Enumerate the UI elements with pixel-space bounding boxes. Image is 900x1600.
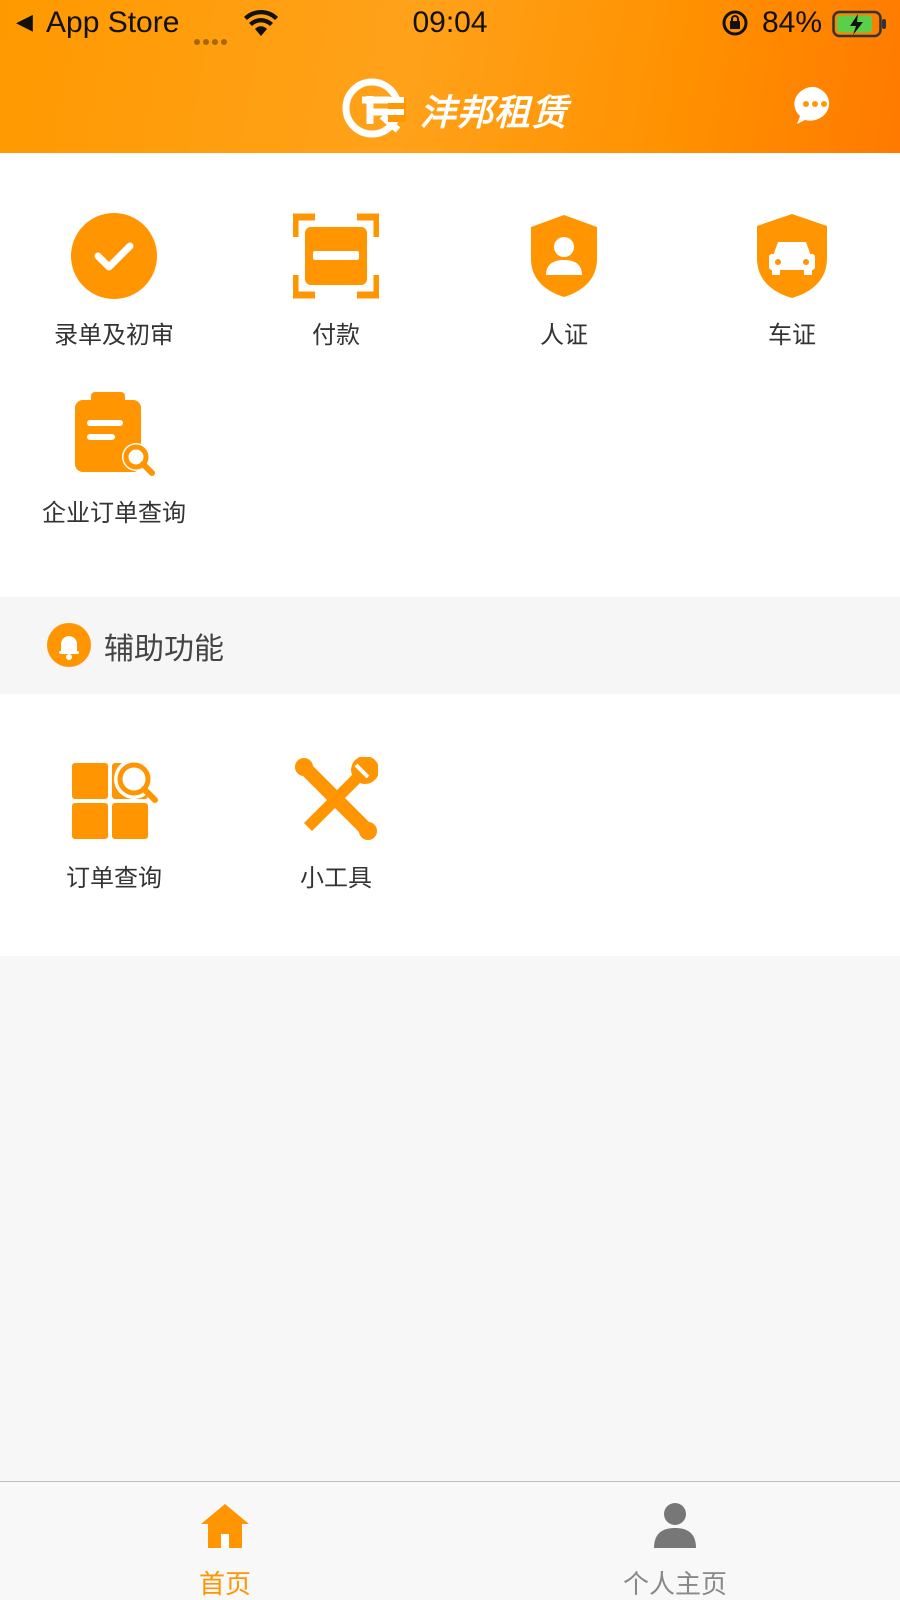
function-entry-review[interactable]: 录单及初审 (0, 211, 228, 350)
person-shield-icon (531, 215, 597, 297)
app-logo: 沣邦租赁 (340, 76, 590, 140)
grid-search-icon (72, 759, 158, 839)
tools-icon (295, 757, 378, 840)
main-functions-panel: 录单及初审 付款 人证 车证 企业订单查询 (0, 153, 900, 597)
tab-home[interactable]: 首页 (0, 1482, 450, 1600)
aux-section-header: 辅助功能 (0, 597, 900, 694)
function-person-id[interactable]: 人证 (450, 211, 678, 350)
function-label: 付款 (312, 321, 360, 349)
check-circle-icon (71, 213, 157, 299)
function-label: 录单及初审 (54, 321, 174, 349)
function-label: 人证 (540, 321, 588, 349)
function-tools[interactable]: 小工具 (222, 754, 450, 893)
bell-icon (47, 623, 91, 667)
aux-section-title: 辅助功能 (104, 632, 224, 667)
function-enterprise-order-query[interactable]: 企业订单查询 (0, 389, 228, 528)
header-bar: ◀ App Store 09:04 84% 沣邦租赁 (0, 0, 900, 153)
tab-label: 个人主页 (622, 1570, 727, 1600)
rotation-lock-icon (722, 10, 748, 36)
battery-percent: 84% (762, 6, 823, 39)
tab-label: 首页 (198, 1570, 251, 1600)
function-payment[interactable]: 付款 (222, 211, 450, 350)
tab-profile[interactable]: 个人主页 (450, 1482, 900, 1600)
car-shield-icon (757, 214, 827, 298)
app-screen: ◀ App Store 09:04 84% 沣邦租赁 录单及初审 付款 人证 车… (0, 0, 900, 1600)
app-name: 沣邦租赁 (420, 93, 569, 134)
status-bar: ◀ App Store 09:04 84% (0, 0, 900, 48)
function-vehicle-id[interactable]: 车证 (678, 211, 900, 350)
bottom-tab-bar: 首页 个人主页 (0, 1481, 900, 1600)
scan-frame-icon (293, 213, 379, 299)
function-label: 企业订单查询 (42, 499, 186, 527)
function-label: 小工具 (300, 864, 372, 892)
function-label: 订单查询 (66, 864, 162, 892)
clipboard-search-icon (75, 392, 155, 476)
logo-emblem-icon (342, 78, 406, 138)
chat-icon[interactable] (793, 84, 837, 128)
aux-functions-panel: 订单查询 小工具 (0, 694, 900, 956)
function-order-query[interactable]: 订单查询 (0, 754, 228, 893)
home-icon (201, 1504, 249, 1548)
person-icon (654, 1503, 696, 1548)
battery-icon (832, 10, 886, 38)
function-label: 车证 (768, 321, 816, 349)
